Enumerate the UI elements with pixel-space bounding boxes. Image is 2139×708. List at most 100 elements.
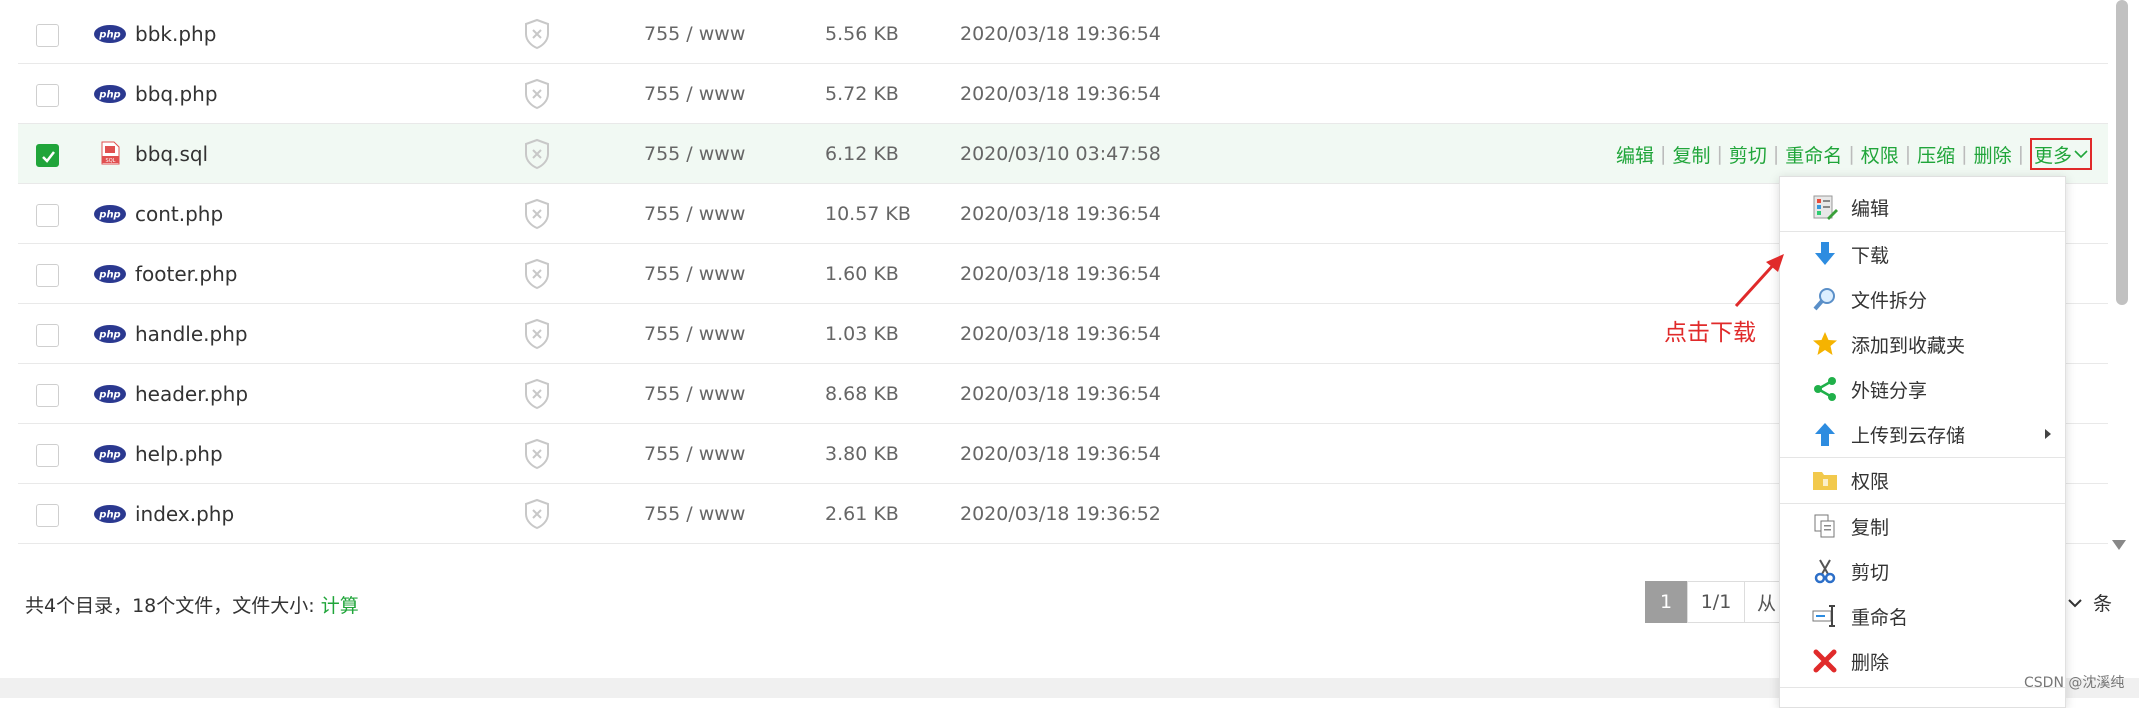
rename-icon <box>1812 605 1835 627</box>
shield-icon[interactable] <box>523 438 551 470</box>
file-size: 5.72 KB <box>825 83 899 105</box>
shield-icon[interactable] <box>523 138 551 170</box>
php-file-icon: php <box>94 505 126 523</box>
page-current[interactable]: 1 <box>1645 581 1687 623</box>
row-checkbox[interactable] <box>36 84 59 107</box>
op-separator: | <box>1660 143 1667 165</box>
file-size: 2.61 KB <box>825 503 899 525</box>
php-file-icon: php <box>94 85 126 103</box>
menu-item-copy[interactable]: 复制 <box>1780 504 2065 548</box>
menu-item-delete[interactable]: 删除 <box>1780 639 2065 683</box>
row-checkbox[interactable] <box>36 24 59 47</box>
row-checkbox[interactable] <box>36 444 59 467</box>
row-checkbox[interactable] <box>36 324 59 347</box>
shield-icon[interactable] <box>523 498 551 530</box>
op-permission-link[interactable]: 权限 <box>1861 141 1899 168</box>
file-name[interactable]: header.php <box>135 364 248 424</box>
menu-item-rename[interactable]: 重命名 <box>1780 594 2065 638</box>
file-permission[interactable]: 755 / www <box>644 244 745 304</box>
file-permission[interactable]: 755 / www <box>644 484 745 544</box>
file-name[interactable]: help.php <box>135 424 223 484</box>
file-row[interactable]: SQL bbq.sql 755 / www 6.12 KB 2020/03/10 03:… <box>18 124 2108 184</box>
share-icon <box>1814 377 1836 401</box>
menu-item-download[interactable]: 下载 <box>1780 232 2065 276</box>
menu-item-split[interactable]: 文件拆分 <box>1780 277 2065 321</box>
page-info: 1/1 <box>1687 581 1745 623</box>
row-operations: 编辑 | 复制 | 剪切 | 重命名 | 权限 | 压缩 | 删除 | 更多 <box>1616 124 2092 184</box>
shield-icon[interactable] <box>523 198 551 230</box>
menu-label-permission: 权限 <box>1851 470 1890 493</box>
file-size: 1.03 KB <box>825 323 899 345</box>
more-context-menu: 编辑 下载 文件拆分 添加到收藏夹 外链分享 上传到云存储 权限 复制 剪切 重… <box>1779 176 2066 708</box>
op-rename-link[interactable]: 重命名 <box>1785 141 1842 168</box>
upload-arrow-icon <box>1815 423 1835 446</box>
shield-icon[interactable] <box>523 378 551 410</box>
file-name[interactable]: cont.php <box>135 184 223 244</box>
op-separator: | <box>2017 143 2024 165</box>
file-permission[interactable]: 755 / www <box>644 424 745 484</box>
more-button[interactable]: 更多 <box>2029 138 2092 170</box>
svg-text:php: php <box>98 510 120 521</box>
svg-text:php: php <box>98 270 120 281</box>
file-name[interactable]: bbk.php <box>135 4 216 64</box>
file-permission[interactable]: 755 / www <box>644 364 745 424</box>
file-row[interactable]: php bbq.php 755 / www 5.72 KB 2020/03/18 19:… <box>18 64 2108 124</box>
file-row[interactable]: php bbk.php 755 / www 5.56 KB 2020/03/18 19:… <box>18 4 2108 64</box>
file-name[interactable]: bbq.php <box>135 64 218 124</box>
file-permission[interactable]: 755 / www <box>644 304 745 364</box>
sql-file-icon: SQL <box>101 141 120 165</box>
scissors-icon <box>1814 559 1836 584</box>
menu-item-cut[interactable]: 剪切 <box>1780 549 2065 593</box>
row-checkbox[interactable] <box>36 384 59 407</box>
shield-icon[interactable] <box>523 258 551 290</box>
menu-item-share[interactable]: 外链分享 <box>1780 367 2065 411</box>
file-permission[interactable]: 755 / www <box>644 64 745 124</box>
file-size: 3.80 KB <box>825 443 899 465</box>
menu-item-edit[interactable]: 编辑 <box>1780 185 2065 229</box>
file-size: 5.56 KB <box>825 23 899 45</box>
op-edit-link[interactable]: 编辑 <box>1616 141 1654 168</box>
shield-icon[interactable] <box>523 318 551 350</box>
svg-text:php: php <box>98 90 120 101</box>
file-permission[interactable]: 755 / www <box>644 184 745 244</box>
php-file-icon: php <box>94 205 126 223</box>
menu-item-permission[interactable]: 权限 <box>1780 458 2065 502</box>
php-file-icon: php <box>94 25 126 43</box>
calc-size-link[interactable]: 计算 <box>321 595 359 617</box>
download-arrow-icon <box>1815 242 1835 265</box>
file-name[interactable]: handle.php <box>135 304 248 364</box>
per-page-select[interactable]: 条 <box>2067 589 2112 616</box>
op-compress-link[interactable]: 压缩 <box>1917 141 1955 168</box>
shield-icon[interactable] <box>523 78 551 110</box>
menu-item-cloud-upload[interactable]: 上传到云存储 <box>1780 412 2065 456</box>
file-summary-text: 共4个目录，18个文件，文件大小: <box>25 595 321 617</box>
file-permission[interactable]: 755 / www <box>644 124 745 184</box>
file-size: 1.60 KB <box>825 263 899 285</box>
svg-text:SQL: SQL <box>106 158 116 164</box>
php-file-icon: php <box>94 445 126 463</box>
file-size: 6.12 KB <box>825 143 899 165</box>
row-checkbox[interactable] <box>36 504 59 527</box>
file-date: 2020/03/18 19:36:54 <box>960 263 1161 285</box>
magnifier-icon <box>1813 288 1835 311</box>
file-name[interactable]: bbq.sql <box>135 124 208 184</box>
scroll-down-arrow[interactable] <box>2112 540 2126 550</box>
file-size: 10.57 KB <box>825 203 911 225</box>
svg-text:php: php <box>98 390 120 401</box>
row-checkbox[interactable] <box>36 144 59 167</box>
check-icon <box>42 151 55 163</box>
row-checkbox[interactable] <box>36 264 59 287</box>
file-permission[interactable]: 755 / www <box>644 4 745 64</box>
watermark: CSDN @沈溪纯 <box>2024 675 2125 691</box>
file-name[interactable]: footer.php <box>135 244 237 304</box>
scrollbar-thumb[interactable] <box>2116 0 2128 305</box>
svg-text:php: php <box>98 30 120 41</box>
menu-divider <box>1780 687 2065 688</box>
menu-item-favorite[interactable]: 添加到收藏夹 <box>1780 322 2065 366</box>
op-copy-link[interactable]: 复制 <box>1672 141 1710 168</box>
shield-icon[interactable] <box>523 18 551 50</box>
op-delete-link[interactable]: 删除 <box>1974 141 2012 168</box>
op-cut-link[interactable]: 剪切 <box>1729 141 1767 168</box>
file-name[interactable]: index.php <box>135 484 234 544</box>
row-checkbox[interactable] <box>36 204 59 227</box>
